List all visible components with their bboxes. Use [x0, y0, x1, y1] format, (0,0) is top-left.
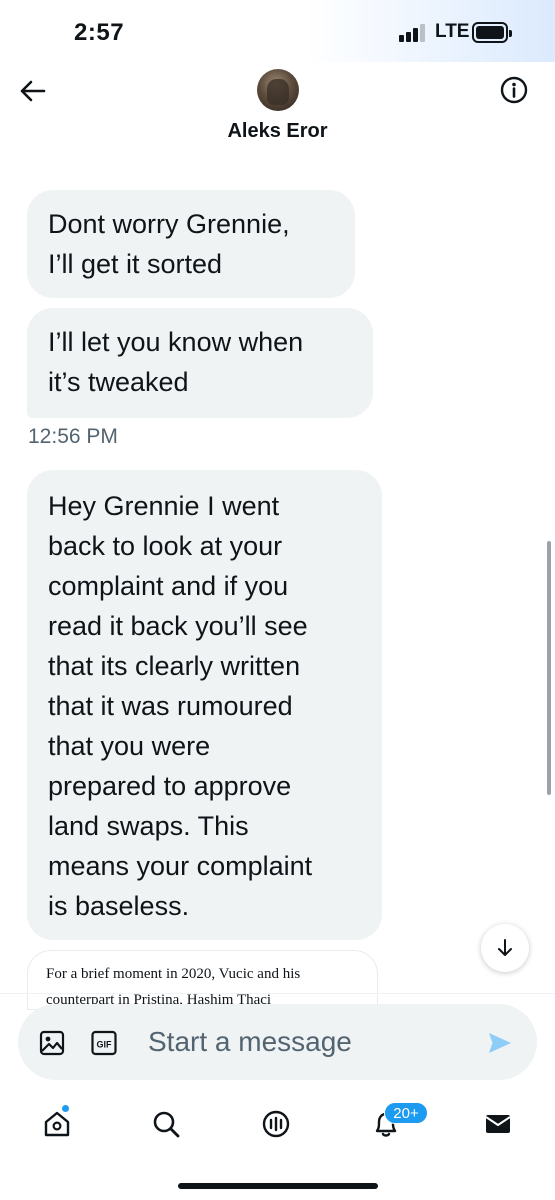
message-line: means your complaint	[48, 851, 313, 881]
search-icon	[153, 1111, 180, 1138]
message-line: it’s tweaked	[48, 367, 189, 397]
tab-spaces[interactable]	[256, 1104, 296, 1144]
link-preview-card[interactable]: For a brief moment in 2020, Vucic and hi…	[27, 950, 378, 1010]
add-gif-button[interactable]: GIF	[90, 1029, 118, 1057]
message-bubble[interactable]: Hey Grennie I went back to look at your …	[27, 470, 382, 940]
message-line: Hey Grennie I went	[48, 491, 280, 521]
divider	[0, 993, 555, 994]
battery-icon	[472, 22, 512, 43]
message-line: prepared to approve	[48, 771, 292, 801]
message-line: complaint and if you	[48, 571, 289, 601]
message-line: I’ll get it sorted	[48, 249, 223, 279]
message-line: Dont worry Grennie,	[48, 209, 290, 239]
conversation-header: Aleks Eror	[0, 62, 555, 158]
message-line: back to look at your	[48, 531, 283, 561]
message-input[interactable]	[148, 1022, 448, 1062]
network-label: LTE	[435, 21, 470, 42]
add-image-button[interactable]	[38, 1029, 66, 1057]
tab-search[interactable]	[146, 1104, 186, 1144]
link-preview-line: For a brief moment in 2020, Vucic and hi…	[46, 966, 301, 982]
message-bubble[interactable]: Dont worry Grennie, I’ll get it sorted	[27, 190, 355, 298]
gif-icon: GIF	[91, 1030, 117, 1056]
arrow-left-icon	[20, 80, 46, 102]
image-icon	[39, 1030, 65, 1056]
contact-name[interactable]: Aleks Eror	[0, 120, 555, 143]
status-time: 2:57	[74, 19, 125, 46]
message-line: that its clearly written	[48, 651, 301, 681]
bottom-tab-bar: 20+	[0, 1096, 555, 1156]
message-line: is baseless.	[48, 891, 190, 921]
gif-label: GIF	[97, 1040, 113, 1050]
send-button[interactable]	[486, 1029, 514, 1057]
home-notification-dot	[61, 1104, 70, 1113]
message-line: I’ll let you know when	[48, 327, 304, 357]
spaces-icon	[262, 1110, 290, 1138]
tab-messages[interactable]	[478, 1104, 518, 1144]
back-button[interactable]	[16, 74, 50, 108]
send-icon	[489, 1033, 511, 1053]
message-line: that it was rumoured	[48, 691, 293, 721]
info-button[interactable]	[499, 75, 529, 105]
arrow-down-icon	[498, 939, 512, 956]
scrollbar[interactable]	[547, 541, 551, 795]
message-composer: GIF	[18, 1004, 537, 1080]
home-icon	[44, 1111, 70, 1137]
status-bar: 2:57 LTE	[0, 0, 555, 62]
message-line: that you were	[48, 731, 211, 761]
signal-icon	[399, 24, 429, 42]
message-line: land swaps. This	[48, 811, 249, 841]
mail-icon	[485, 1115, 511, 1133]
message-bubble[interactable]: I’ll let you know when it’s tweaked	[27, 308, 373, 418]
scroll-to-bottom-button[interactable]	[481, 924, 529, 972]
notifications-badge: 20+	[384, 1102, 428, 1124]
message-timestamp: 12:56 PM	[28, 425, 118, 448]
message-line: read it back you’ll see	[48, 611, 308, 641]
info-icon	[500, 76, 528, 104]
home-indicator	[178, 1183, 378, 1189]
avatar[interactable]	[257, 69, 299, 111]
tab-home[interactable]	[37, 1104, 77, 1144]
